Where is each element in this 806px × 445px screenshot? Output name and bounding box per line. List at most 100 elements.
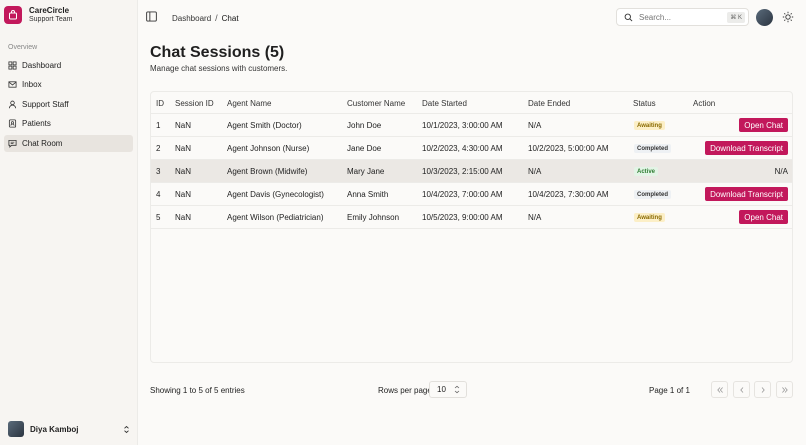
chevron-right-icon: [761, 386, 765, 393]
search-icon: [624, 13, 633, 21]
shopping-bag-icon: [4, 6, 22, 24]
status-badge: Awaiting: [634, 213, 665, 222]
cell-customer-name: Anna Smith: [347, 190, 389, 199]
cell-id: 3: [156, 167, 161, 176]
cell-date-ended: N/A: [528, 167, 542, 176]
avatar: [8, 421, 24, 437]
mail-icon: [8, 81, 17, 88]
rows-per-page-select[interactable]: 10: [429, 381, 467, 398]
column-header-date-ended: Date Ended: [528, 99, 571, 108]
chevron-left-icon: [739, 386, 743, 393]
cell-customer-name: Emily Johnson: [347, 213, 400, 222]
table-row[interactable]: 2 NaN Agent Johnson (Nurse) Jane Doe 10/…: [151, 137, 792, 160]
chevrons-right-icon: [781, 386, 788, 393]
status-badge: Active: [634, 167, 659, 176]
brand-name: CareCircle: [29, 6, 70, 15]
cell-session-id: NaN: [175, 190, 192, 199]
page-subtitle: Manage chat sessions with customers.: [150, 64, 288, 73]
cell-date-started: 10/4/2023, 7:00:00 AM: [422, 190, 503, 199]
first-page-button[interactable]: [711, 381, 728, 398]
sidebar-item-label: Support Staff: [22, 99, 69, 109]
brand[interactable]: CareCircle Support Team: [4, 6, 72, 24]
sidebar-item-label: Inbox: [22, 80, 42, 90]
cell-date-started: 10/3/2023, 2:15:00 AM: [422, 167, 503, 176]
table-row[interactable]: 5 NaN Agent Wilson (Pediatrician) Emily …: [151, 206, 792, 229]
entries-summary: Showing 1 to 5 of 5 entries: [150, 386, 245, 395]
open-chat-button[interactable]: Open Chat: [739, 210, 788, 224]
table-row[interactable]: 4 NaN Agent Davis (Gynecologist) Anna Sm…: [151, 183, 792, 206]
sidebar-item-inbox[interactable]: Inbox: [4, 76, 133, 93]
breadcrumb-dashboard[interactable]: Dashboard: [172, 14, 211, 23]
cell-agent-name: Agent Brown (Midwife): [227, 167, 308, 176]
cell-session-id: NaN: [175, 167, 192, 176]
user-icon: [8, 100, 17, 109]
cell-date-ended: 10/2/2023, 5:00:00 AM: [528, 144, 609, 153]
sidebar-item-patients[interactable]: Patients: [4, 115, 133, 132]
sidebar-item-label: Patients: [22, 119, 51, 129]
cell-agent-name: Agent Johnson (Nurse): [227, 144, 310, 153]
status-badge: Awaiting: [634, 121, 665, 130]
rows-per-page-label: Rows per page: [378, 386, 432, 395]
dashboard-icon: [8, 61, 17, 70]
chevrons-left-icon: [716, 386, 723, 393]
column-header-status: Status: [633, 99, 656, 108]
last-page-button[interactable]: [776, 381, 793, 398]
download-transcript-button[interactable]: Download Transcript: [705, 187, 788, 201]
cell-agent-name: Agent Davis (Gynecologist): [227, 190, 324, 199]
chevron-up-down-icon: [124, 425, 129, 433]
sidebar: CareCircle Support Team Overview Dashboa…: [0, 0, 138, 445]
avatar[interactable]: [756, 9, 773, 26]
cell-session-id: NaN: [175, 213, 192, 222]
search-box[interactable]: ⌘ K: [616, 8, 749, 26]
next-page-button[interactable]: [754, 381, 771, 398]
cell-session-id: NaN: [175, 144, 192, 153]
cell-date-ended: 10/4/2023, 7:30:00 AM: [528, 190, 609, 199]
column-header-session-id: Session ID: [175, 99, 214, 108]
cell-agent-name: Agent Wilson (Pediatrician): [227, 213, 324, 222]
column-header-date-started: Date Started: [422, 99, 467, 108]
previous-page-button[interactable]: [733, 381, 750, 398]
sidebar-toggle-icon[interactable]: [146, 11, 157, 22]
sidebar-item-support-staff[interactable]: Support Staff: [4, 96, 133, 113]
sidebar-item-label: Dashboard: [22, 61, 62, 70]
cell-date-started: 10/1/2023, 3:00:00 AM: [422, 121, 503, 130]
table-header: ID Session ID Agent Name Customer Name D…: [151, 92, 792, 114]
chevron-up-down-icon: [454, 385, 460, 394]
table-row[interactable]: 3 NaN Agent Brown (Midwife) Mary Jane 10…: [151, 160, 792, 183]
cell-customer-name: John Doe: [347, 121, 382, 130]
cell-date-started: 10/2/2023, 4:30:00 AM: [422, 144, 503, 153]
topbar: Dashboard / Chat ⌘ K: [138, 0, 806, 34]
cell-action: N/A: [774, 167, 788, 176]
cell-customer-name: Mary Jane: [347, 167, 385, 176]
status-badge: Completed: [634, 144, 672, 153]
sidebar-item-label: Chat Room: [22, 138, 63, 148]
column-header-action: Action: [693, 99, 716, 108]
open-chat-button[interactable]: Open Chat: [739, 118, 788, 132]
sun-icon[interactable]: [782, 11, 794, 23]
sidebar-item-dashboard[interactable]: Dashboard: [4, 57, 133, 74]
status-badge: Completed: [634, 190, 672, 199]
cell-customer-name: Jane Doe: [347, 144, 382, 153]
breadcrumb-separator: /: [215, 13, 218, 23]
table-row[interactable]: 1 NaN Agent Smith (Doctor) John Doe 10/1…: [151, 114, 792, 137]
column-header-agent-name: Agent Name: [227, 99, 272, 108]
cell-id: 2: [156, 144, 161, 153]
cell-id: 4: [156, 190, 161, 199]
user-name: Diya Kamboj: [30, 424, 79, 434]
cell-id: 1: [156, 121, 161, 130]
breadcrumb-chat: Chat: [221, 13, 239, 23]
sessions-table: ID Session ID Agent Name Customer Name D…: [150, 91, 793, 363]
cell-agent-name: Agent Smith (Doctor): [227, 121, 302, 130]
cell-session-id: NaN: [175, 121, 192, 130]
sidebar-item-chat-room[interactable]: Chat Room: [4, 134, 133, 152]
breadcrumb: Dashboard / Chat: [172, 13, 239, 23]
cell-date-started: 10/5/2023, 9:00:00 AM: [422, 213, 503, 222]
sidebar-nav: Dashboard Inbox Support Staff Patients C…: [4, 57, 133, 154]
search-input[interactable]: [639, 12, 719, 22]
nav-section-label: Overview: [8, 44, 38, 51]
page-info: Page 1 of 1: [649, 386, 690, 395]
download-transcript-button[interactable]: Download Transcript: [705, 141, 788, 155]
contacts-icon: [8, 119, 17, 128]
column-header-id: ID: [156, 99, 164, 108]
user-menu[interactable]: Diya Kamboj: [8, 421, 130, 437]
